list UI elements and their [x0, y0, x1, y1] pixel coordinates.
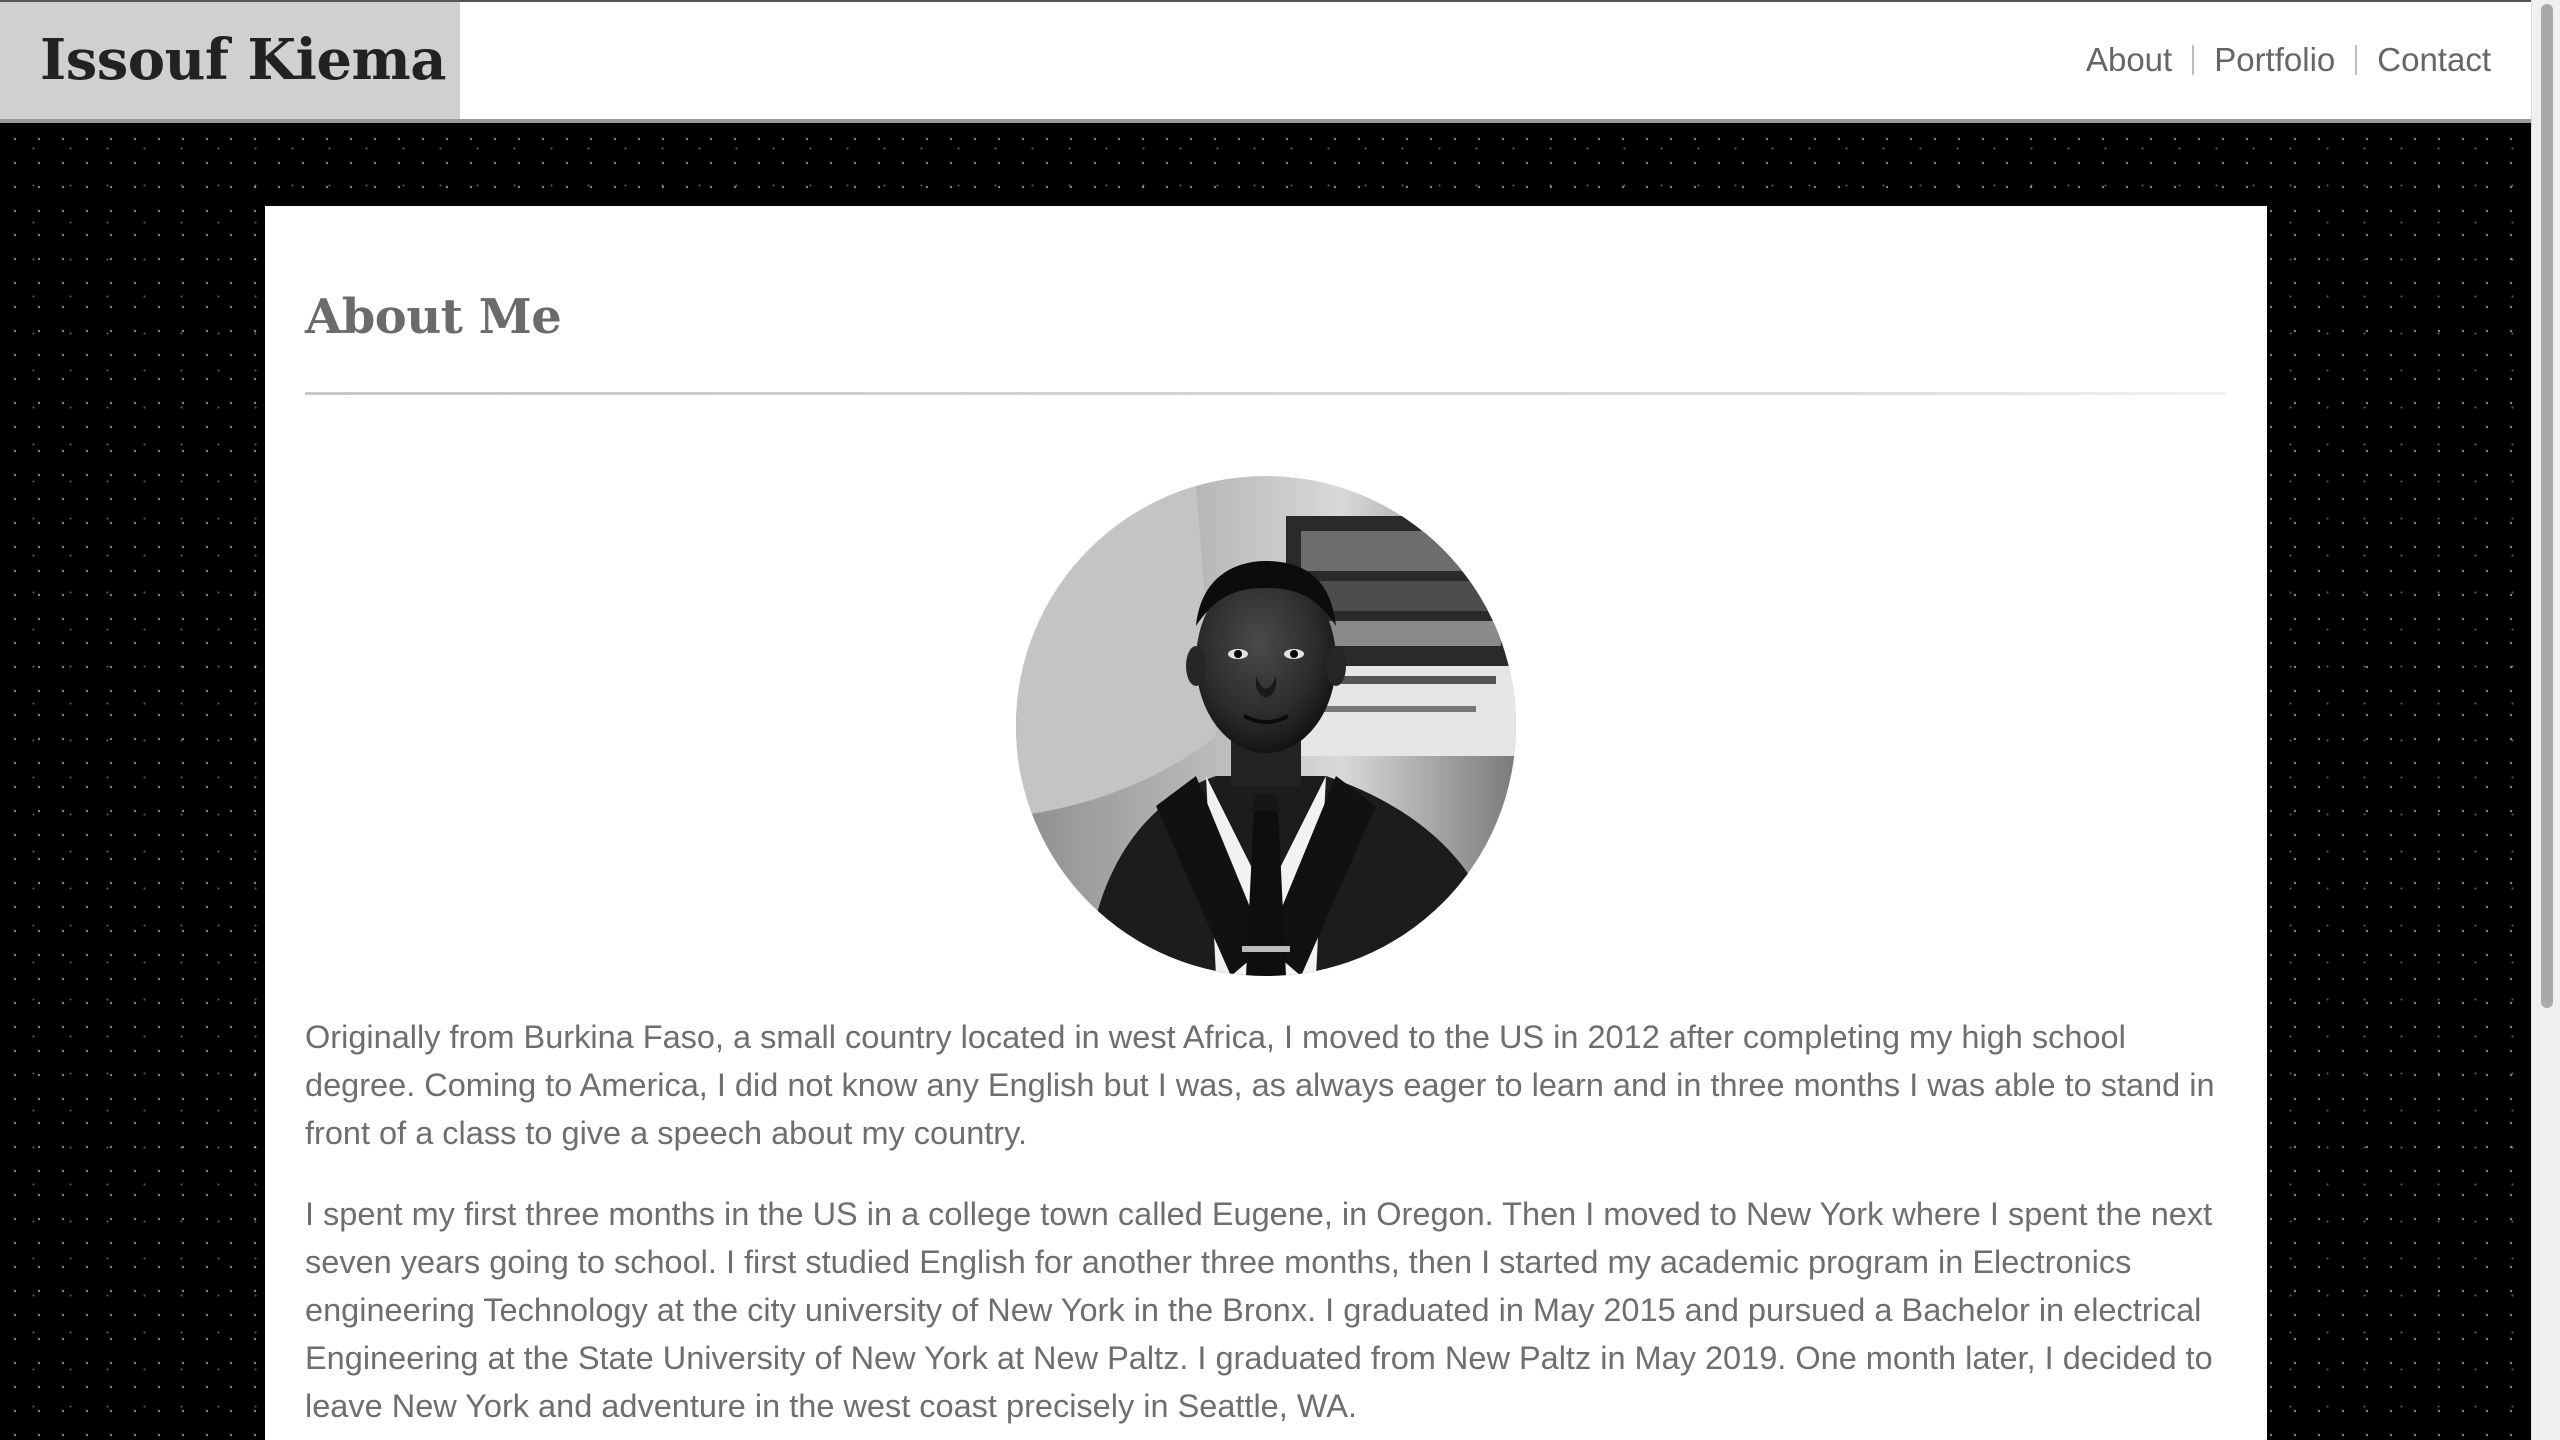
scrollbar-thumb[interactable]: [2541, 4, 2553, 1008]
bio-text: Originally from Burkina Faso, a small co…: [305, 1013, 2230, 1440]
nav-link-portfolio[interactable]: Portfolio: [2194, 40, 2355, 80]
site-brand[interactable]: Issouf Kiema: [40, 25, 447, 95]
title-divider: [305, 392, 2227, 395]
site-header: Issouf Kiema About Portfolio Contact: [0, 0, 2531, 123]
brand-box[interactable]: Issouf Kiema: [0, 2, 460, 119]
page-title: About Me: [305, 289, 562, 345]
about-card: About Me Originally from Burkina Faso, a…: [265, 206, 2267, 1440]
bio-paragraph: I spent my first three months in the US …: [305, 1196, 2213, 1424]
main-nav: About Portfolio Contact: [2066, 40, 2491, 80]
profile-photo: [1016, 476, 1516, 976]
nav-link-contact[interactable]: Contact: [2357, 40, 2491, 80]
bio-paragraph: Originally from Burkina Faso, a small co…: [305, 1019, 2215, 1151]
nav-link-about[interactable]: About: [2066, 40, 2192, 80]
vertical-scrollbar[interactable]: [2531, 0, 2560, 1440]
